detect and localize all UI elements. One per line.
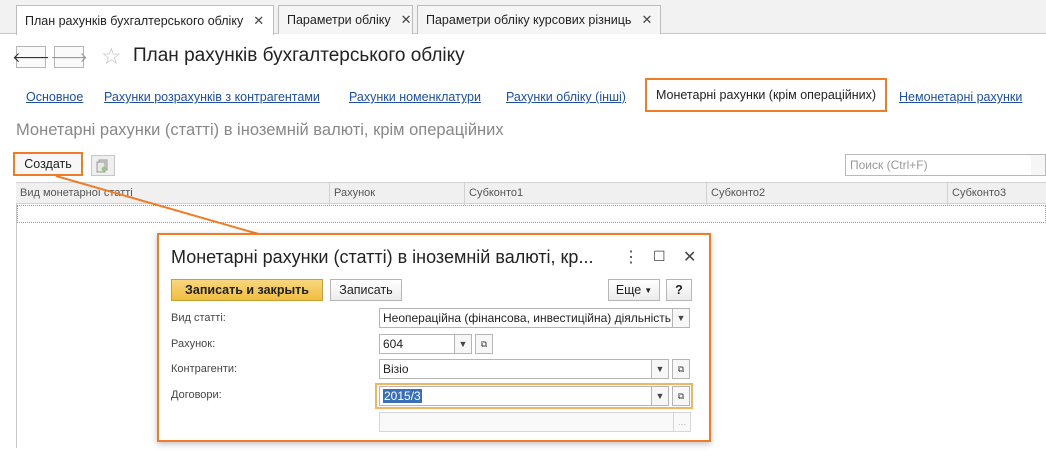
more-label: Еще	[615, 283, 642, 297]
close-icon[interactable]: ✕	[641, 12, 652, 28]
create-button[interactable]: Создать	[13, 152, 83, 176]
column-header[interactable]: Субконто2	[711, 187, 765, 199]
table-row[interactable]	[17, 205, 1046, 223]
open-icon[interactable]: ⧉	[672, 359, 690, 379]
contract-label: Договори:	[171, 389, 222, 401]
link-item-accounts[interactable]: Рахунки номенклатури	[349, 90, 481, 104]
kebab-menu-icon[interactable]: ⋮	[623, 247, 639, 267]
edit-dialog: Монетарні рахунки (статті) в іноземній в…	[157, 233, 711, 442]
column-header[interactable]: Вид монетарної статті	[20, 187, 133, 199]
link-monetary-accounts[interactable]: Монетарні рахунки (крім операційних)	[645, 78, 887, 112]
close-icon[interactable]: ✕	[683, 247, 696, 267]
open-icon[interactable]: ⧉	[672, 386, 690, 406]
link-nonmonetary-accounts[interactable]: Немонетарні рахунки	[899, 90, 1022, 104]
account-label: Рахунок:	[171, 338, 216, 350]
tab-label: План рахунків бухгалтерського обліку	[25, 13, 244, 28]
page-title: План рахунків бухгалтерського обліку	[133, 45, 465, 66]
tab-chart-of-accounts[interactable]: План рахунків бухгалтерського обліку ✕	[16, 5, 274, 35]
tab-label: Параметри обліку	[287, 13, 391, 27]
save-button[interactable]: Записать	[330, 279, 402, 301]
column-separator	[464, 183, 465, 205]
column-separator	[706, 183, 707, 205]
link-counterparty-accounts[interactable]: Рахунки розрахунків з контрагентами	[104, 90, 320, 104]
column-header[interactable]: Рахунок	[334, 187, 375, 199]
forward-button[interactable]: 🡒	[50, 46, 88, 68]
kind-label: Вид статті:	[171, 312, 226, 324]
section-title: Монетарні рахунки (статті) в іноземній в…	[16, 121, 504, 139]
save-and-close-button[interactable]: Записать и закрыть	[171, 279, 323, 301]
kind-field[interactable]: Неопераційна (фінансова, инвестиційна) д…	[379, 308, 673, 328]
tab-exchange-diff-params[interactable]: Параметри обліку курсових різниць ✕	[417, 5, 661, 34]
open-icon[interactable]: ⧉	[475, 334, 493, 354]
tab-strip: План рахунків бухгалтерського обліку ✕ П…	[0, 0, 1046, 35]
search-input-edge	[1031, 154, 1046, 176]
column-separator	[947, 183, 948, 205]
tab-label: Параметри обліку курсових різниць	[426, 13, 632, 27]
help-button[interactable]: ?	[666, 279, 692, 301]
column-separator	[329, 183, 330, 205]
close-icon[interactable]: ✕	[253, 13, 264, 29]
chevron-down-icon[interactable]: ▼	[454, 334, 472, 354]
chevron-down-icon: ▼	[644, 285, 653, 295]
tab-accounting-params[interactable]: Параметри обліку ✕	[278, 5, 413, 34]
empty-field	[379, 412, 674, 432]
close-icon[interactable]: ✕	[401, 12, 412, 28]
counterparty-field[interactable]: Візіо	[379, 359, 652, 379]
copy-button[interactable]	[91, 155, 115, 176]
ellipsis-icon: …	[673, 412, 691, 432]
arrow-left-icon: 🡐	[12, 48, 50, 65]
search-input[interactable]: Поиск (Ctrl+F)	[845, 154, 1032, 176]
dialog-title: Монетарні рахунки (статті) в іноземній в…	[171, 247, 594, 267]
back-button[interactable]: 🡐	[12, 46, 50, 68]
table-header: Вид монетарної статті Рахунок Субконто1 …	[16, 182, 1046, 205]
arrow-right-icon: 🡒	[50, 48, 88, 65]
counterparty-label: Контрагенти:	[171, 363, 238, 375]
more-button[interactable]: Еще ▼	[608, 279, 660, 301]
copy-icon	[96, 159, 108, 172]
contract-value: 2015/3	[383, 389, 422, 403]
contract-field[interactable]: 2015/3	[379, 386, 652, 406]
link-main[interactable]: Основное	[26, 90, 83, 104]
chevron-down-icon[interactable]: ▼	[651, 359, 669, 379]
column-header[interactable]: Субконто1	[469, 187, 523, 199]
chevron-down-icon[interactable]: ▼	[672, 308, 690, 328]
column-header[interactable]: Субконто3	[952, 187, 1006, 199]
account-field[interactable]: 604	[379, 334, 455, 354]
star-icon[interactable]: ☆	[101, 41, 122, 71]
chevron-down-icon[interactable]: ▼	[651, 386, 669, 406]
maximize-icon[interactable]: ☐	[653, 248, 666, 265]
link-other-accounts[interactable]: Рахунки обліку (інші)	[506, 90, 626, 104]
